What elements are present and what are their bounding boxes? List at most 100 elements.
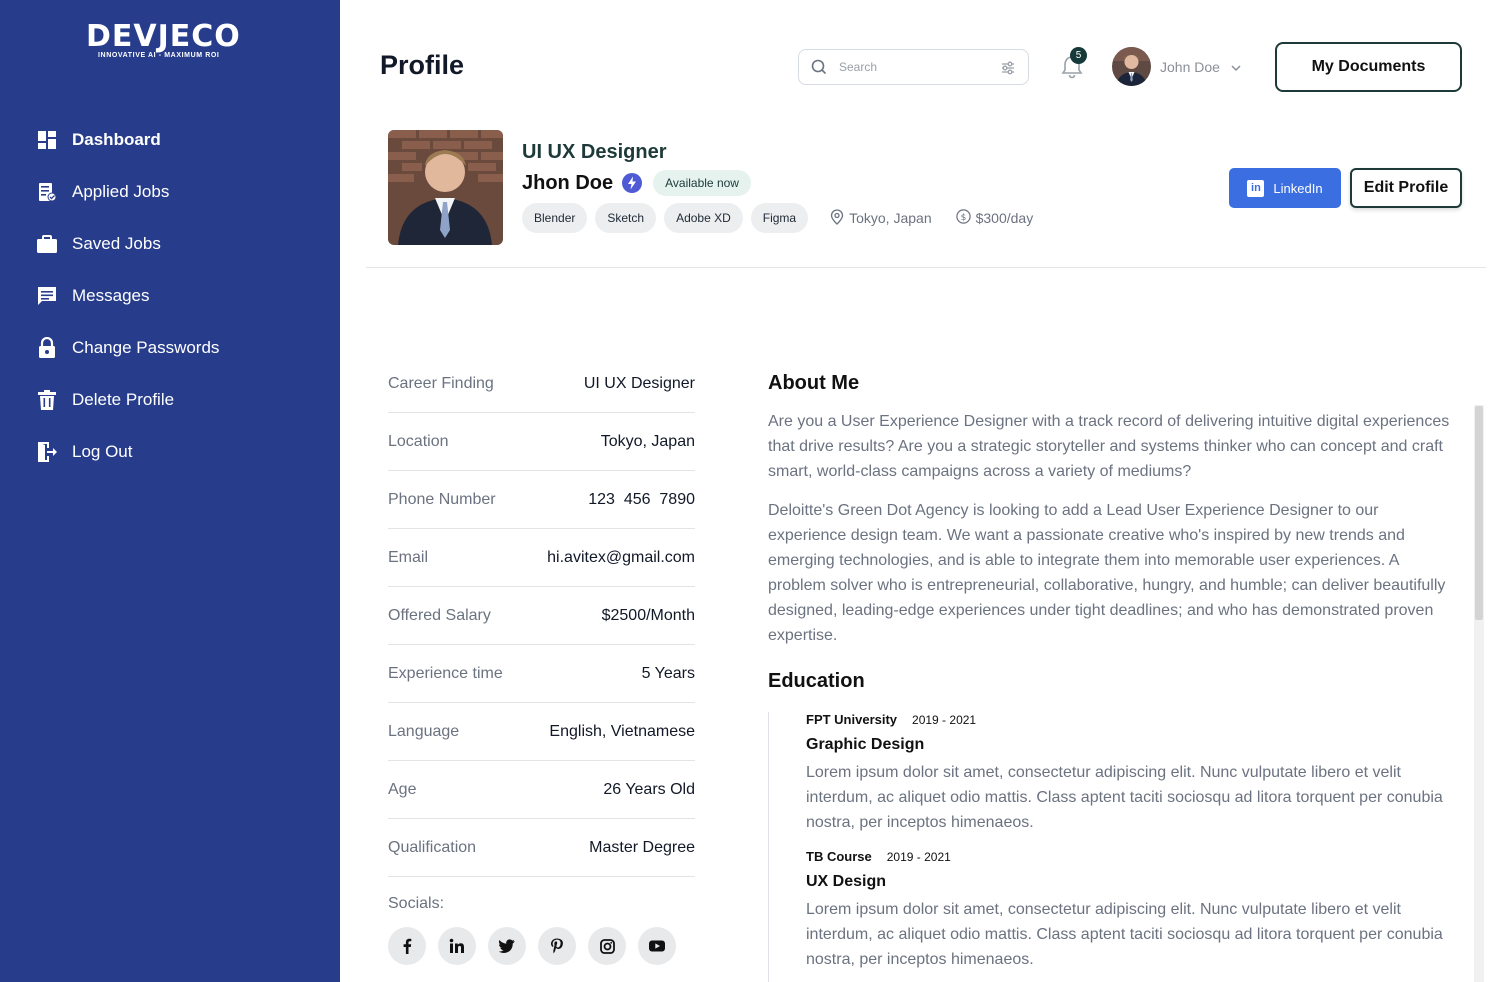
sidebar-item-change-passwords[interactable]: Change Passwords	[36, 322, 219, 374]
message-icon	[36, 285, 58, 307]
dashboard-icon	[36, 129, 58, 151]
info-key: Experience time	[388, 664, 503, 682]
info-key: Age	[388, 780, 417, 798]
sidebar-item-dashboard[interactable]: Dashboard	[36, 114, 219, 166]
info-row-experience: Experience time 5 Years	[388, 645, 695, 703]
info-value: UI UX Designer	[583, 374, 695, 392]
sidebar-item-label: Saved Jobs	[72, 234, 161, 253]
edit-profile-button[interactable]: Edit Profile	[1350, 168, 1462, 208]
sidebar-nav: Dashboard Applied Jobs Saved Jobs Messag…	[36, 114, 219, 478]
location-pin-icon	[830, 208, 849, 228]
profile-photo	[388, 130, 503, 245]
education-years: 2019 - 2021	[886, 850, 951, 864]
pinterest-icon[interactable]	[538, 927, 576, 965]
education-list: FPT University 2019 - 2021 Graphic Desig…	[768, 712, 1458, 982]
skill-tag: Blender	[522, 203, 588, 233]
sidebar-item-applied-jobs[interactable]: Applied Jobs	[36, 166, 219, 218]
sidebar: DEVJECO INNOVATIVE AI - MAXIMUM ROI Dash…	[0, 0, 340, 982]
sidebar-item-log-out[interactable]: Log Out	[36, 426, 219, 478]
education-degree: Graphic Design	[806, 736, 925, 753]
info-value: $2500/Month	[601, 606, 695, 624]
youtube-icon[interactable]	[638, 927, 676, 965]
filter-icon[interactable]	[1000, 60, 1016, 76]
page-title: Profile	[380, 50, 465, 80]
linkedin-icon[interactable]	[438, 927, 476, 965]
info-row-location: Location Tokyo, Japan	[388, 413, 695, 471]
info-row-email: Email hi.avitex@gmail.com	[388, 529, 695, 587]
info-key: Career Finding	[388, 374, 494, 392]
education-description: Lorem ipsum dolor sit amet, consectetur …	[806, 901, 1443, 968]
info-key: Phone Number	[388, 490, 496, 508]
instagram-icon[interactable]	[588, 927, 626, 965]
chevron-down-icon	[1230, 61, 1242, 73]
search-box[interactable]	[798, 49, 1029, 85]
search-input[interactable]	[837, 59, 991, 75]
education-header: TB Course 2019 - 2021	[806, 849, 1458, 864]
notification-count-badge: 5	[1070, 47, 1087, 64]
brand-logo[interactable]: DEVJECO INNOVATIVE AI - MAXIMUM ROI	[86, 19, 256, 60]
about-title: About Me	[768, 372, 860, 394]
socials-label: Socials:	[388, 895, 445, 912]
scrollbar-thumb[interactable]	[1475, 406, 1483, 620]
location-text: Tokyo, Japan	[849, 210, 932, 226]
info-value: 26 Years Old	[603, 780, 695, 798]
facebook-icon[interactable]	[388, 927, 426, 965]
education-header: FPT University 2019 - 2021	[806, 712, 1458, 727]
profile-name-row: Jhon Doe Available now	[522, 170, 751, 196]
avatar	[1112, 47, 1151, 86]
education-item: TB Course 2019 - 2021 UX Design Lorem ip…	[806, 849, 1458, 972]
skill-tag: Adobe XD	[664, 203, 743, 233]
education-degree: UX Design	[806, 873, 887, 890]
info-value: Master Degree	[589, 838, 695, 856]
svg-text:$: $	[960, 213, 966, 223]
user-name: John Doe	[1160, 58, 1220, 75]
sidebar-item-label: Messages	[72, 286, 150, 305]
info-value: hi.avitex@gmail.com	[547, 548, 695, 566]
info-row-qualification: Qualification Master Degree	[388, 819, 695, 877]
sidebar-item-label: Log Out	[72, 442, 133, 461]
info-key: Language	[388, 722, 460, 740]
briefcase-icon	[36, 233, 58, 255]
brand-name: DEVJECO	[86, 19, 241, 54]
info-value: English, Vietnamese	[549, 722, 695, 740]
profile-name: Jhon Doe	[522, 171, 614, 194]
rate-text: $300/day	[975, 210, 1034, 226]
header-divider	[366, 267, 1486, 268]
sidebar-item-label: Dashboard	[72, 130, 161, 149]
search-icon	[811, 59, 827, 75]
my-documents-button[interactable]: My Documents	[1275, 42, 1462, 92]
location-meta: Tokyo, Japan	[830, 208, 932, 228]
sidebar-item-delete-profile[interactable]: Delete Profile	[36, 374, 219, 426]
info-row-salary: Offered Salary $2500/Month	[388, 587, 695, 645]
linkedin-logo-icon: in	[1247, 179, 1265, 197]
rate-meta: $ $300/day	[955, 209, 1034, 227]
education-school: TB Course	[806, 849, 872, 864]
about-section: About Me Are you a User Experience Desig…	[768, 372, 1458, 693]
profile-info-list: Career Finding UI UX Designer Location Tok…	[388, 355, 695, 965]
dollar-icon: $	[955, 209, 976, 227]
sidebar-item-label: Delete Profile	[72, 390, 175, 409]
info-value: Tokyo, Japan	[600, 432, 695, 450]
sidebar-item-label: Change Passwords	[72, 338, 220, 357]
info-key: Qualification	[388, 838, 477, 856]
applied-jobs-icon	[36, 181, 58, 203]
info-row-age: Age 26 Years Old	[388, 761, 695, 819]
trash-icon	[36, 389, 58, 411]
sidebar-item-label: Applied Jobs	[72, 182, 170, 201]
user-menu[interactable]: John Doe	[1112, 47, 1242, 86]
sidebar-item-messages[interactable]: Messages	[36, 270, 219, 322]
logout-icon	[36, 441, 58, 463]
skill-tag: Figma	[750, 203, 809, 233]
twitter-icon[interactable]	[488, 927, 526, 965]
info-row-phone: Phone Number 123 456 7890	[388, 471, 695, 529]
info-row-language: Language English, Vietnamese	[388, 703, 695, 761]
sidebar-item-saved-jobs[interactable]: Saved Jobs	[36, 218, 219, 270]
linkedin-button-label: LinkedIn	[1273, 180, 1323, 196]
availability-badge: Available now	[653, 170, 751, 196]
socials-row	[388, 927, 695, 965]
about-paragraph: Are you a User Experience Designer with …	[768, 413, 1450, 480]
education-title: Education	[768, 670, 865, 692]
linkedin-button[interactable]: in LinkedIn	[1229, 168, 1341, 208]
about-paragraph: Deloitte's Green Dot Agency is looking t…	[768, 502, 1446, 644]
education-years: 2019 - 2021	[912, 713, 977, 727]
